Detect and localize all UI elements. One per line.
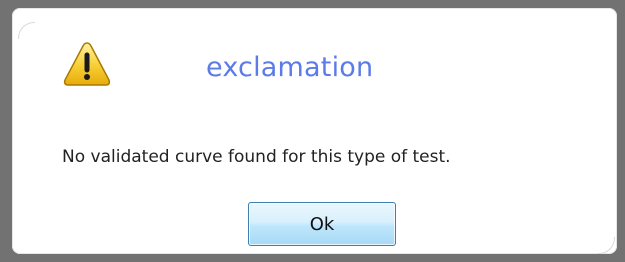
dialog-title: exclamation	[206, 52, 374, 83]
ok-button-label: Ok	[309, 213, 335, 235]
window-frame: exclamation No validated curve found for…	[0, 0, 625, 262]
ok-button[interactable]: Ok	[248, 202, 396, 246]
dialog-message: No validated curve found for this type o…	[62, 147, 451, 167]
warning-triangle-icon	[63, 42, 111, 86]
